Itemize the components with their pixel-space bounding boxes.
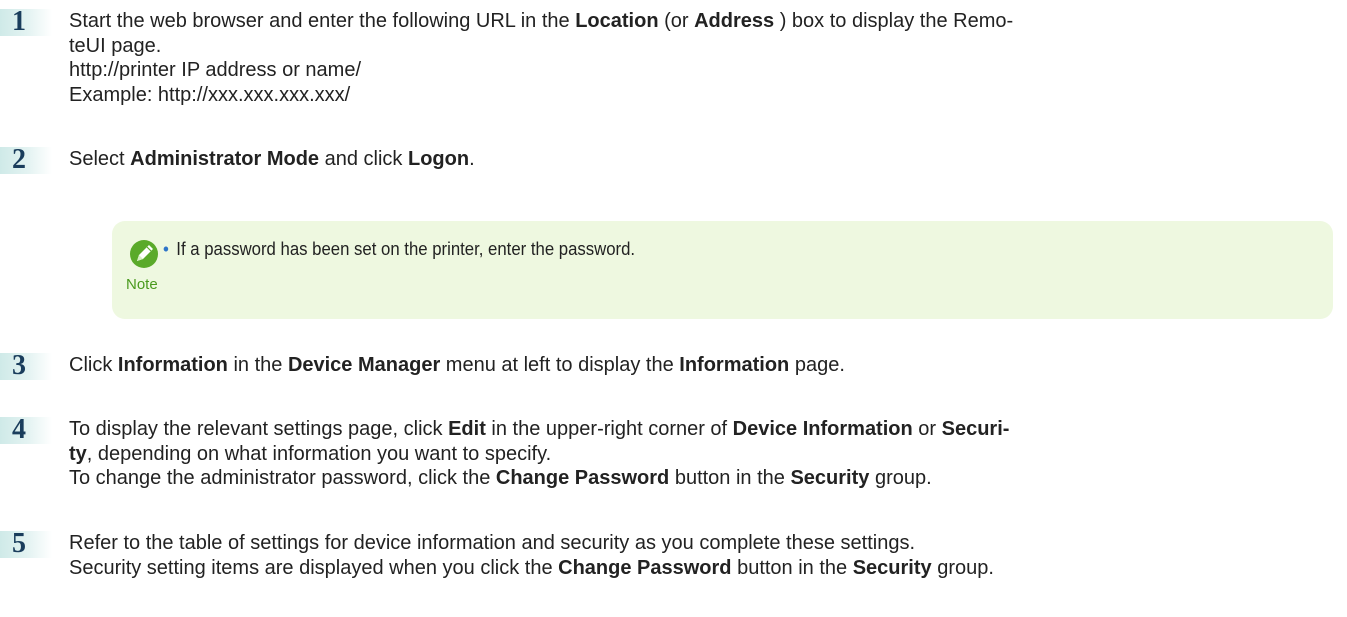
- instruction-line: Refer to the table of settings for devic…: [69, 531, 1334, 556]
- ui-term: Change Password: [558, 556, 732, 579]
- instruction-line: ty, depending on what information you wa…: [69, 442, 1334, 467]
- instruction-text: menu at left to display the: [440, 354, 680, 376]
- instruction-line: Start the web browser and enter the foll…: [69, 9, 1334, 34]
- note-text: • If a password has been set on the print…: [163, 239, 635, 260]
- instruction-text: in the upper-right corner of: [485, 418, 733, 440]
- ui-term: Information: [117, 354, 228, 376]
- note-message: If a password has been set on the printe…: [176, 239, 636, 259]
- instruction-text: To display the relevant settings page, c…: [69, 418, 449, 440]
- ui-term: Address: [694, 10, 775, 32]
- step-number-badge: 1: [0, 6, 52, 37]
- pencil-note-icon: [130, 240, 158, 268]
- ui-term: Administrator Mode: [130, 148, 320, 170]
- instruction-text: and click: [319, 148, 408, 170]
- instruction-text: ) box to display the Remo-: [774, 10, 1014, 32]
- instruction-line: Example: http://xxx.xxx.xxx.xxx/: [69, 83, 1334, 108]
- manual-page: 1 Start the web browser and enter the fo…: [0, 0, 1347, 617]
- ui-term: Logon: [408, 148, 470, 170]
- instruction-line: Select Administrator Mode and click Logo…: [69, 147, 1334, 172]
- step-number: 1: [12, 6, 26, 37]
- instruction-text: http://printer IP address or name/: [69, 59, 362, 81]
- ui-term: Securi-: [941, 418, 1010, 440]
- instruction-text: page.: [789, 354, 845, 376]
- instruction-text: Start the web browser and enter the foll…: [69, 10, 576, 32]
- instruction-text: button in the: [669, 467, 791, 489]
- step-number-badge: 2: [0, 144, 52, 175]
- instruction-line: To change the administrator password, cl…: [69, 466, 1334, 491]
- bullet-point: •: [163, 239, 169, 259]
- instruction-text: (or: [658, 10, 695, 32]
- step-number-badge: 5: [0, 528, 52, 559]
- instruction-text: teUI page.: [69, 34, 162, 57]
- instruction-line: http://printer IP address or name/: [69, 58, 1334, 83]
- ui-term: Device Manager: [287, 354, 441, 376]
- instruction-text: group.: [869, 467, 932, 489]
- step-number: 3: [12, 350, 26, 381]
- instruction-line: To display the relevant settings page, c…: [69, 417, 1334, 442]
- step-number: 5: [12, 528, 26, 559]
- note-box: Note • If a password has been set on the …: [112, 221, 1333, 319]
- instruction-text: Click: [69, 354, 118, 376]
- instruction-text: in the: [227, 354, 288, 376]
- step-instructions: Start the web browser and enter the foll…: [69, 9, 1334, 107]
- instruction-text: Select: [69, 148, 131, 170]
- ui-term: Security: [852, 556, 932, 579]
- step-number: 2: [12, 144, 26, 175]
- step-instructions: Refer to the table of settings for devic…: [69, 531, 1334, 580]
- instruction-text: .: [469, 148, 475, 170]
- ui-term: Edit: [448, 418, 486, 440]
- instruction-text: Refer to the table of settings for devic…: [69, 532, 916, 554]
- instruction-text: or: [912, 418, 942, 440]
- instruction-line: Click Information in the Device Manager …: [69, 353, 1334, 378]
- instruction-line: teUI page.: [69, 34, 1334, 59]
- instruction-text: , depending on what information you want…: [86, 442, 552, 465]
- ui-term: Location: [575, 10, 659, 32]
- ui-term: Information: [679, 354, 790, 376]
- instruction-text: Security setting items are displayed whe…: [69, 556, 559, 579]
- note-label: Note: [126, 276, 158, 293]
- ui-term: Device Information: [732, 418, 913, 440]
- step-number: 4: [12, 414, 26, 445]
- step-number-badge: 3: [0, 350, 52, 381]
- instruction-line: Security setting items are displayed whe…: [69, 556, 1334, 581]
- step-instructions: Select Administrator Mode and click Logo…: [69, 147, 1334, 172]
- ui-term: Change Password: [495, 467, 670, 489]
- instruction-text: Example: http://xxx.xxx.xxx.xxx/: [69, 83, 351, 106]
- step-number-badge: 4: [0, 414, 52, 445]
- ui-term: Security: [790, 467, 870, 489]
- ui-term: ty: [69, 442, 87, 465]
- instruction-text: button in the: [731, 556, 853, 579]
- step-instructions: To display the relevant settings page, c…: [69, 417, 1334, 491]
- step-instructions: Click Information in the Device Manager …: [69, 353, 1334, 378]
- instruction-text: group.: [931, 556, 994, 579]
- instruction-text: To change the administrator password, cl…: [69, 467, 496, 489]
